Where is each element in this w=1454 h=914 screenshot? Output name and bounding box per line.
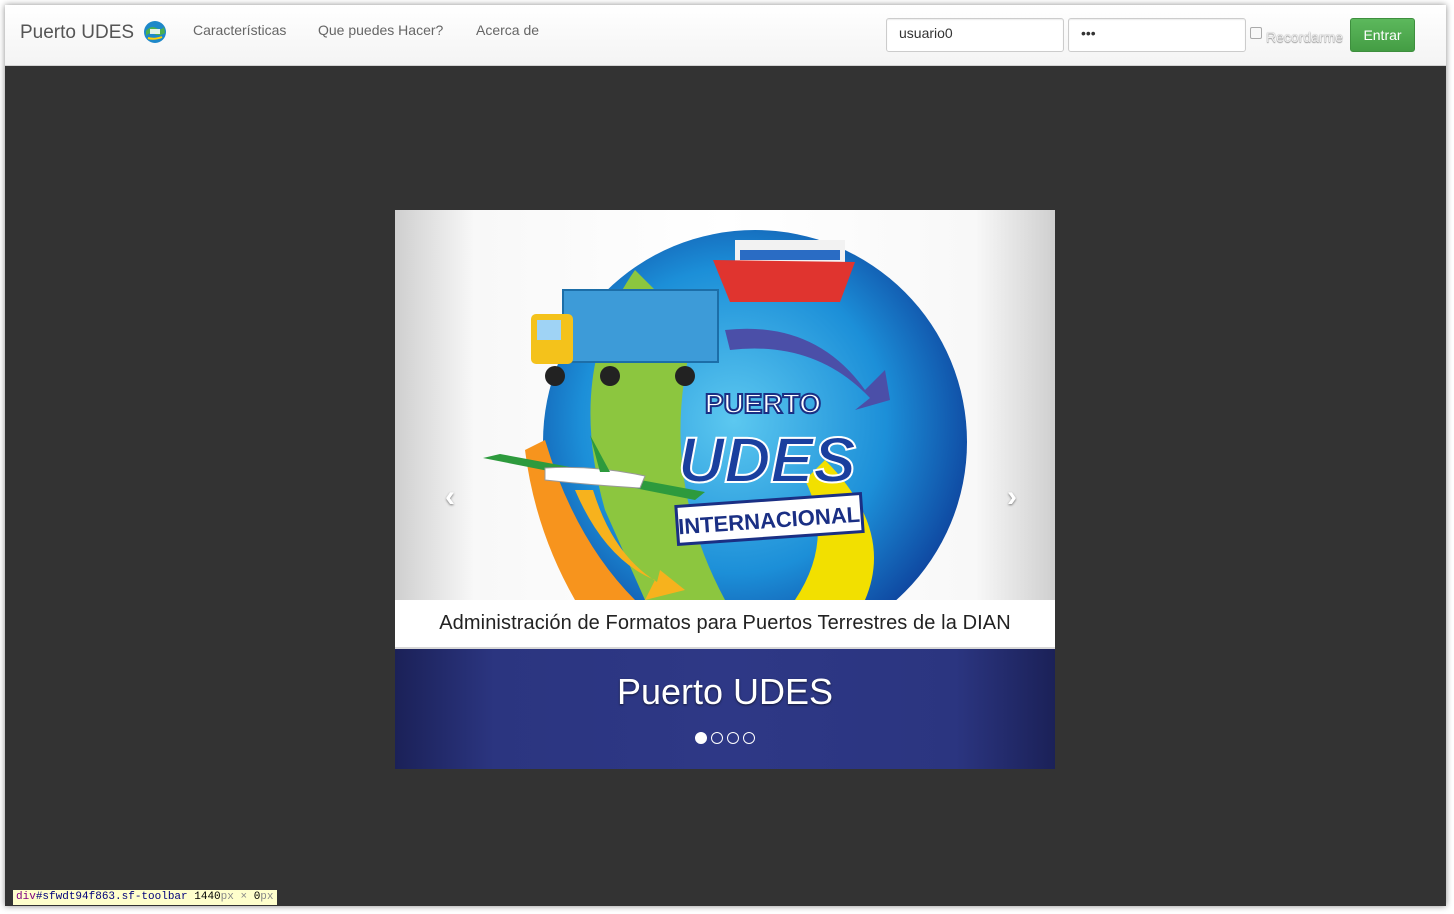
debug-width: 1440 — [194, 891, 221, 903]
carousel-indicator-4[interactable] — [743, 732, 755, 744]
browser-viewport: Puerto UDES Características Que puedes H… — [5, 5, 1446, 906]
logo-puerto-text: PUERTO — [705, 388, 821, 419]
carousel-indicator-1[interactable] — [695, 732, 707, 744]
debug-height-unit: px — [260, 891, 274, 903]
debug-element-tooltip: div#sfwdt94f863.sf-toolbar 1440px × 0px — [12, 889, 278, 906]
brand-name: Puerto UDES — [20, 22, 135, 43]
logo-udes-text: UDES — [678, 424, 856, 496]
puerto-udes-logo-illustration: PUERTO UDES INTERNACIONAL — [483, 230, 967, 600]
brand-link[interactable]: Puerto UDES — [20, 21, 168, 45]
login-button[interactable]: Entrar — [1350, 18, 1415, 52]
chevron-right-icon: › — [1007, 480, 1017, 513]
carousel-indicator-2[interactable] — [711, 732, 723, 744]
username-input[interactable]: usuario0 — [886, 18, 1064, 52]
debug-width-unit: px — [220, 891, 234, 903]
remember-me[interactable]: Recordarme — [1250, 26, 1343, 45]
slide-subtitle: Administración de Formatos para Puertos … — [439, 612, 1011, 634]
carousel-caption-title: Puerto UDES — [616, 671, 834, 712]
debug-times: × — [240, 891, 248, 903]
nav-link-caracteristicas[interactable]: Características — [193, 22, 286, 38]
carousel-indicators — [395, 732, 1055, 744]
top-navbar: Puerto UDES Características Que puedes H… — [5, 5, 1446, 66]
carousel: PUERTO UDES INTERNACIONAL Administración… — [395, 210, 1055, 769]
remember-label: Recordarme — [1266, 29, 1344, 45]
nav-link-acerca-de[interactable]: Acerca de — [476, 22, 539, 38]
globe-logo-icon — [144, 21, 167, 43]
nav-link-que-puedes-hacer[interactable]: Que puedes Hacer? — [318, 22, 443, 38]
slide-image: PUERTO UDES INTERNACIONAL — [395, 210, 1055, 600]
chevron-left-icon: ‹ — [445, 480, 455, 513]
remember-checkbox[interactable] — [1250, 27, 1262, 39]
carousel-next-button[interactable]: › — [1007, 480, 1017, 514]
carousel-caption-band: Puerto UDES — [395, 649, 1055, 769]
debug-selector: #sfwdt94f863.sf-toolbar — [35, 891, 188, 903]
password-input[interactable]: ••• — [1068, 18, 1246, 52]
slide-subtitle-strip: Administración de Formatos para Puertos … — [395, 600, 1055, 649]
debug-element: div — [16, 891, 36, 903]
carousel-indicator-3[interactable] — [727, 732, 739, 744]
carousel-prev-button[interactable]: ‹ — [445, 480, 455, 514]
